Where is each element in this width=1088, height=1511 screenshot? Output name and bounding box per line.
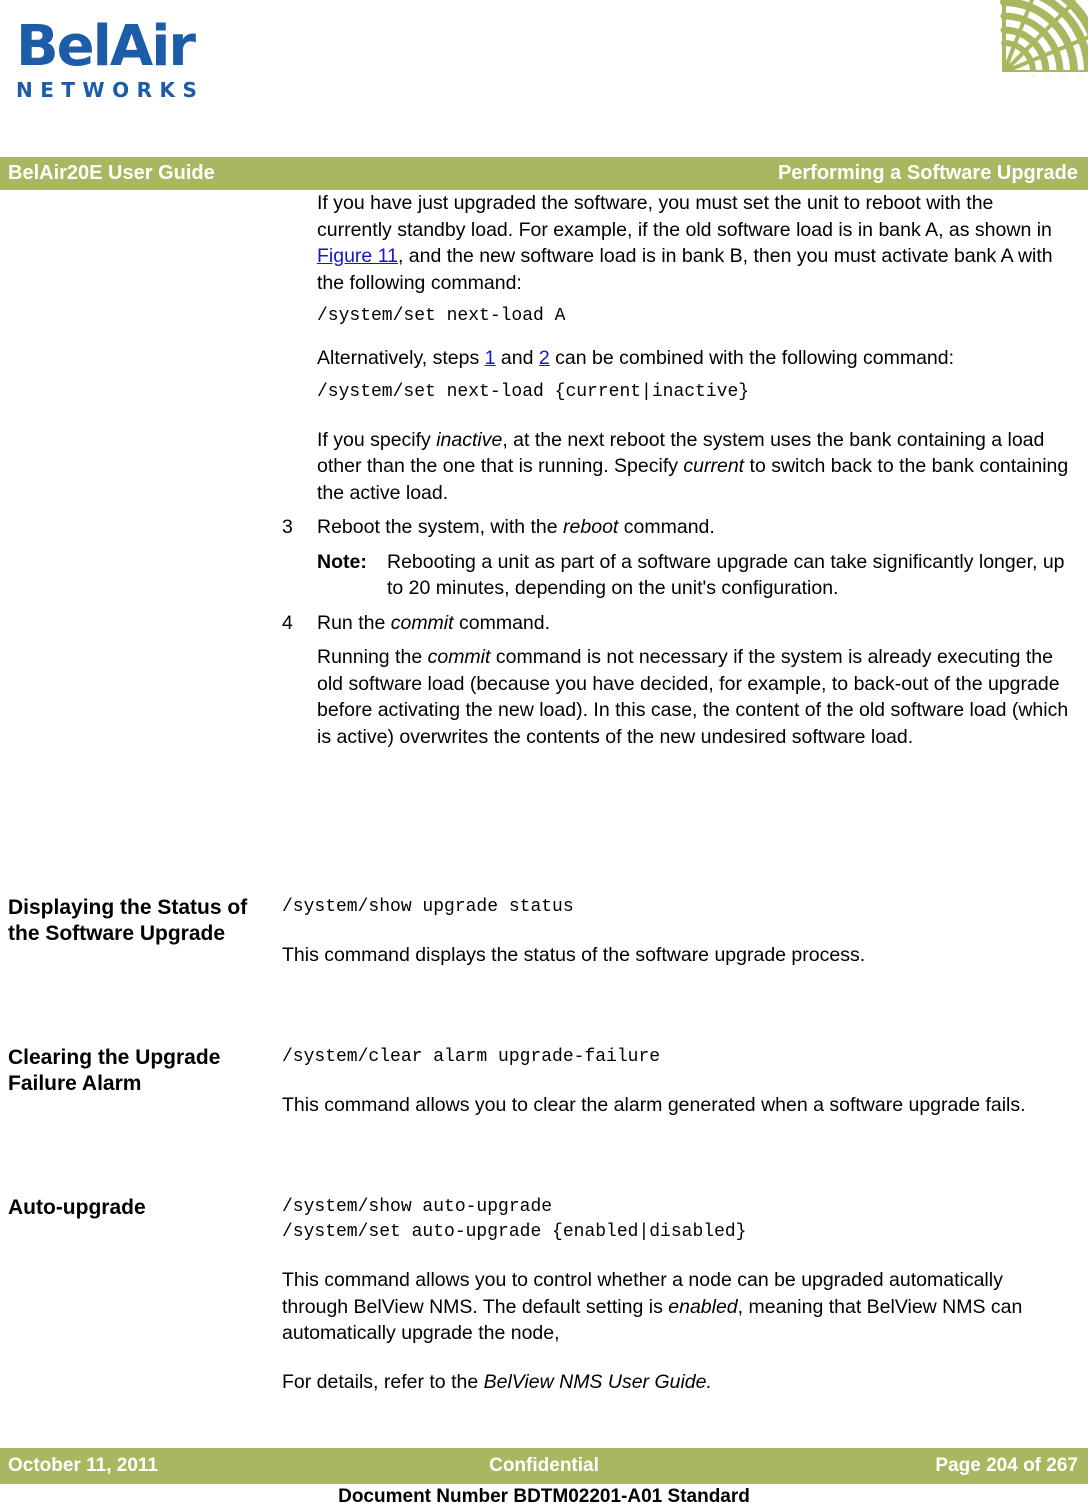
- step-3-text-a: Reboot the system, with the: [317, 516, 564, 538]
- section-heading-displaying-status: Displaying the Status of the Software Up…: [8, 896, 248, 945]
- section-body-text-clearing-alarm: This command allows you to clear the ala…: [282, 1094, 1026, 1116]
- auto-upgrade-body-paragraph: This command allows you to control wheth…: [282, 1267, 1072, 1347]
- section-body-auto-upgrade: /system/show auto-upgrade /system/set au…: [282, 1195, 1072, 1395]
- intro-paragraph-2: Alternatively, steps 1 and 2 can be comb…: [282, 345, 1072, 372]
- section-clearing-alarm: Clearing the Upgrade Failure Alarm /syst…: [0, 1045, 1088, 1195]
- page-body: If you have just upgraded the software, …: [0, 190, 1088, 1393]
- intro-p2-text-a: Alternatively, steps: [317, 347, 485, 369]
- figure-11-link[interactable]: Figure 11: [317, 245, 398, 267]
- command-clear-alarm-upgrade-failure: /system/clear alarm upgrade-failure: [282, 1047, 661, 1067]
- section-heading-auto-upgrade: Auto-upgrade: [8, 1196, 146, 1219]
- intro-p3-italic-inactive: inactive: [436, 428, 503, 451]
- step-4-body-text-a: Running the: [317, 646, 428, 668]
- logo-subtitle-text: NETWORKS: [16, 78, 205, 102]
- section-body-clearing-alarm: /system/clear alarm upgrade-failure This…: [282, 1045, 1072, 1119]
- section-body-text-displaying-status: This command displays the status of the …: [282, 944, 866, 966]
- step-4-text-b: command.: [453, 611, 551, 634]
- running-head-left: BelAir20E User Guide: [8, 162, 215, 184]
- belview-nms-user-guide-title: BelView NMS User Guide.: [483, 1370, 712, 1393]
- section-displaying-status: Displaying the Status of the Software Up…: [0, 895, 1088, 1045]
- intro-paragraph-1: If you have just upgraded the software, …: [282, 190, 1072, 296]
- section-heading-clearing-alarm: Clearing the Upgrade Failure Alarm: [8, 1046, 221, 1095]
- numbered-step-4: 4 Run the commit command.: [282, 610, 1072, 637]
- intro-p2-text-b: can be combined with the following comma…: [549, 347, 955, 369]
- masthead: BelAir NETWORKS: [0, 0, 1088, 155]
- numbered-step-3: 3 Reboot the system, with the reboot com…: [282, 514, 1072, 541]
- step-4-italic-commit: commit: [390, 611, 454, 634]
- intro-paragraph-3: If you specify inactive, at the next reb…: [282, 427, 1072, 507]
- command-set-next-load-choice: /system/set next-load {current|inactive}: [317, 381, 750, 402]
- command-set-next-load-a: /system/set next-load A: [317, 306, 566, 326]
- auto-upgrade-reference-paragraph: For details, refer to the BelView NMS Us…: [282, 1369, 1072, 1396]
- section-body-displaying-status: /system/show upgrade status This command…: [282, 895, 1072, 969]
- logo-wordmark-text: BelAir: [16, 14, 196, 79]
- step-3-number: 3: [282, 516, 293, 538]
- auto-upgrade-italic-enabled: enabled: [668, 1295, 738, 1318]
- step-4-body-paragraph: Running the commit command is not necess…: [282, 644, 1072, 750]
- command-show-upgrade-status: /system/show upgrade status: [282, 897, 574, 917]
- intro-p2-text-mid: and: [495, 347, 539, 369]
- intro-p3-text-a: If you specify: [317, 428, 437, 451]
- auto-upgrade-ref-text-a: For details, refer to the: [282, 1370, 484, 1393]
- footer-bar: Confidential October 11, 2011 Page 204 o…: [0, 1448, 1088, 1484]
- step-4-body-italic-commit: commit: [427, 646, 491, 668]
- footer-page-number: Page 204 of 267: [935, 1455, 1078, 1476]
- step-3-text: Reboot the system, with the reboot comma…: [317, 514, 1072, 541]
- footer-classification: Confidential: [489, 1455, 599, 1476]
- intro-p1-text-b: , and the new software load is in bank B…: [317, 245, 1053, 294]
- step-4-number: 4: [282, 611, 293, 634]
- intro-p3-italic-current: current: [683, 455, 745, 477]
- running-head-right: Performing a Software Upgrade: [777, 162, 1078, 184]
- intro-body-column: If you have just upgraded the software, …: [282, 190, 1072, 750]
- note-text: Rebooting a unit as part of a software u…: [387, 550, 1065, 600]
- note-label: Note:: [317, 550, 367, 573]
- step-3-text-b: command.: [618, 516, 715, 538]
- step-1-link[interactable]: 1: [485, 347, 496, 369]
- step-4-text-a: Run the: [317, 611, 391, 634]
- intro-p1-text-a: If you have just upgraded the software, …: [317, 192, 1052, 241]
- step-3-italic-reboot: reboot: [563, 516, 619, 538]
- step-4-text: Run the commit command.: [317, 610, 1072, 637]
- command-set-auto-upgrade: /system/set auto-upgrade {enabled|disabl…: [282, 1222, 747, 1242]
- footer-date: October 11, 2011: [8, 1455, 158, 1476]
- step-2-link[interactable]: 2: [539, 347, 550, 369]
- corner-web-decoration-icon: [928, 0, 1088, 152]
- note-block: Note: Rebooting a unit as part of a soft…: [282, 549, 1072, 602]
- footer-document-number: Document Number BDTM02201-A01 Standard: [338, 1486, 750, 1507]
- belair-networks-logo: BelAir NETWORKS: [16, 14, 216, 103]
- running-head-bar: BelAir20E User Guide Performing a Softwa…: [0, 157, 1088, 190]
- command-show-auto-upgrade: /system/show auto-upgrade: [282, 1197, 553, 1217]
